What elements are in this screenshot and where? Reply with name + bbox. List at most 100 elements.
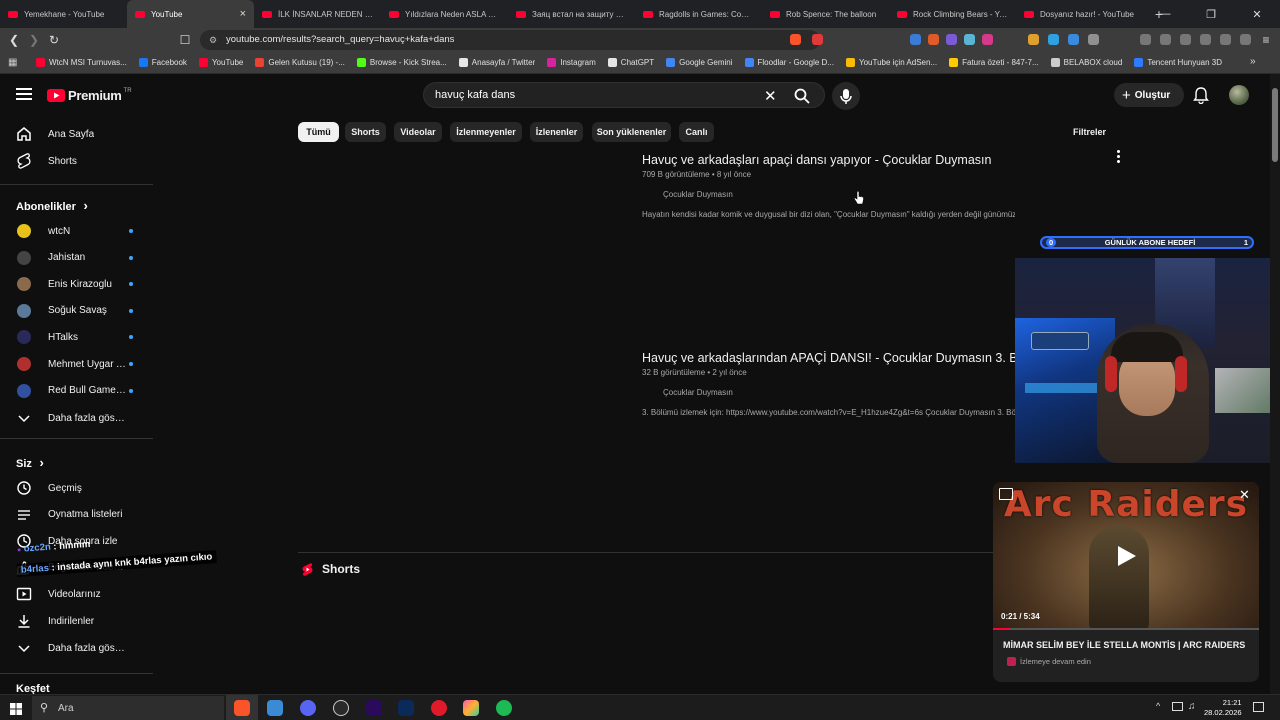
restore-button[interactable]: ❐ xyxy=(1188,0,1234,28)
bookmark-item[interactable]: Facebook xyxy=(138,58,187,67)
miniplayer-video[interactable]: Arc Raiders 0:21 / 5:34 xyxy=(993,482,1259,630)
extension-icon[interactable] xyxy=(1068,34,1079,45)
bookmark-icon[interactable]: ☐ xyxy=(177,32,193,48)
sidebar-item-shorts[interactable]: Shorts xyxy=(0,148,153,174)
extensions-puzzle-icon[interactable] xyxy=(1088,34,1099,45)
address-bar[interactable]: ⚙ youtube.com/results?search_query=havuç… xyxy=(200,30,820,50)
download-icon[interactable] xyxy=(1140,34,1151,45)
reload-button[interactable]: ↻ xyxy=(46,32,62,48)
sidebar-item-subscription[interactable]: Red Bull Gamers... xyxy=(0,378,153,404)
browser-tab[interactable]: Ragdolls in Games: Complete xyxy=(635,0,762,28)
app-icon[interactable] xyxy=(267,700,283,716)
sidebar-item-you[interactable]: Oynatma listeleri xyxy=(0,502,153,528)
apps-grid-icon[interactable]: ▦ xyxy=(8,57,20,69)
sidebar-item-home[interactable]: Ana Sayfa xyxy=(0,121,153,147)
obs-icon[interactable] xyxy=(333,700,349,716)
spotify-icon[interactable] xyxy=(496,700,512,716)
account-avatar[interactable] xyxy=(1229,85,1249,105)
channel-name[interactable]: Çocuklar Duymasın xyxy=(663,388,733,397)
premiere-icon[interactable] xyxy=(366,700,382,716)
notification-center-icon[interactable] xyxy=(1253,702,1264,712)
bookmark-item[interactable]: WtcN MSI Turnuvas... xyxy=(36,58,127,67)
menu-icon[interactable]: ≡ xyxy=(1258,32,1274,48)
browser-tab[interactable]: Dosyanız hazır! - YouTube xyxy=(1016,0,1143,28)
minimize-button[interactable]: — xyxy=(1142,0,1188,28)
taskbar-clock[interactable]: 21:21 28.02.2026 xyxy=(1204,698,1242,718)
bookmark-item[interactable]: YouTube için AdSen... xyxy=(845,58,937,67)
bookmark-item[interactable]: Gelen Kutusu (19) -... xyxy=(255,58,345,67)
leo-ai-icon[interactable] xyxy=(1220,34,1231,45)
video-result[interactable]: Havuç ve arkadaşları apaçi dansı yapıyor… xyxy=(298,153,1015,343)
discord-icon[interactable] xyxy=(300,700,316,716)
filter-chip[interactable]: İzlenmeyenler xyxy=(450,122,522,142)
bookmark-item[interactable]: Browse - Kick Strea... xyxy=(356,58,447,67)
browser-tab[interactable]: YouTube × xyxy=(127,0,254,28)
filter-chip[interactable]: Son yüklenenler xyxy=(592,122,671,142)
close-window-button[interactable]: ✕ xyxy=(1234,0,1280,28)
hamburger-menu-icon[interactable] xyxy=(16,88,32,101)
close-tab-icon[interactable]: × xyxy=(240,8,246,20)
browser-tab[interactable]: İLK İNSANLAR NEDEN BÖYLE xyxy=(254,0,381,28)
search-icon[interactable] xyxy=(794,88,810,109)
browser-tab[interactable]: Заяц встал на защиту друга xyxy=(508,0,635,28)
taskbar-search[interactable]: ⚲ Ara xyxy=(32,696,224,720)
voice-search-button[interactable] xyxy=(832,82,860,110)
browser-tab[interactable]: Rock Climbing Bears - YouTube xyxy=(889,0,1016,28)
vpn-icon[interactable] xyxy=(1240,34,1251,45)
forward-button[interactable]: ❯ xyxy=(26,32,42,48)
filter-chip[interactable]: Canlı xyxy=(679,122,714,142)
miniplayer-title[interactable]: MİMAR SELİM BEY İLE STELLA MONTİS | ARC … xyxy=(1003,640,1245,650)
bookmark-item[interactable]: Floodlar - Google D... xyxy=(744,58,834,67)
search-input[interactable]: havuç kafa dans xyxy=(435,89,515,101)
filter-chip[interactable]: İzlenenler xyxy=(530,122,583,142)
progress-bar[interactable] xyxy=(993,628,1259,630)
site-settings-icon[interactable]: ⚙ xyxy=(209,30,217,50)
network-icon[interactable] xyxy=(1172,702,1183,711)
miniplayer[interactable]: Arc Raiders 0:21 / 5:34 ✕ MİMAR SELİM BE… xyxy=(993,482,1259,682)
sidebar-item-you[interactable]: İndirilenler xyxy=(0,608,153,634)
extension-icon[interactable] xyxy=(946,34,957,45)
filter-chip[interactable]: Videolar xyxy=(394,122,442,142)
sidebar-item-subscription[interactable]: Enis Kirazoglu xyxy=(0,271,153,297)
bookmark-item[interactable]: Instagram xyxy=(547,58,596,67)
show-more-button[interactable]: Daha fazla göster xyxy=(0,405,153,431)
youtube-premium-logo[interactable]: Premium TR xyxy=(47,88,132,103)
page-scrollbar[interactable] xyxy=(1270,74,1280,694)
clear-search-icon[interactable]: ✕ xyxy=(764,87,777,105)
bookmark-item[interactable]: BELABOX cloud xyxy=(1050,58,1122,67)
sidebar-item-subscription[interactable]: Soğuk Savaş xyxy=(0,298,153,324)
scrollbar-thumb[interactable] xyxy=(1272,88,1278,162)
extension-icon[interactable] xyxy=(910,34,921,45)
sidebar-item-subscription[interactable]: Jahistan xyxy=(0,245,153,271)
video-title[interactable]: Havuç ve arkadaşlarından APAÇİ DANSI! - … xyxy=(642,351,1015,365)
channel-name[interactable]: Çocuklar Duymasın xyxy=(663,190,733,199)
sidebar-item-you[interactable]: Videolarınız xyxy=(0,581,153,607)
sidebar-item-you[interactable]: Geçmiş xyxy=(0,475,153,501)
sidebar-item-subscription[interactable]: Mehmet Uygar A... xyxy=(0,351,153,377)
brave-shield-icon[interactable] xyxy=(790,34,801,45)
bookmark-item[interactable]: Anasayfa / Twitter xyxy=(458,58,535,67)
video-result[interactable]: Havuç ve arkadaşlarından APAÇİ DANSI! - … xyxy=(298,351,1015,541)
show-more-button[interactable]: Daha fazla göster xyxy=(0,635,153,661)
filters-button[interactable]: Filtreler xyxy=(1073,127,1106,137)
show-hidden-icons[interactable]: ^ xyxy=(1156,701,1160,711)
sidebar-section-subscriptions[interactable]: Abonelikler › xyxy=(16,198,88,213)
sidebar-item-subscription[interactable]: wtcN xyxy=(0,218,153,244)
bookmarks-overflow-icon[interactable]: » xyxy=(1250,56,1256,67)
notifications-bell-icon[interactable] xyxy=(1193,87,1209,109)
play-icon[interactable] xyxy=(1116,544,1138,573)
windows-start-icon[interactable] xyxy=(10,702,22,720)
sidebar-item-subscription[interactable]: HTalks xyxy=(0,324,153,350)
create-button[interactable]: + Oluştur xyxy=(1114,83,1184,107)
brave-rewards-icon[interactable] xyxy=(812,34,823,45)
media-icon[interactable] xyxy=(1160,34,1171,45)
video-title[interactable]: Havuç ve arkadaşları apaçi dansı yapıyor… xyxy=(642,153,991,167)
wallet-icon[interactable] xyxy=(1200,34,1211,45)
close-miniplayer-icon[interactable]: ✕ xyxy=(1239,487,1250,503)
sidebar-section-you[interactable]: Siz › xyxy=(16,455,44,470)
sidebar-toggle-icon[interactable] xyxy=(1180,34,1191,45)
bookmark-item[interactable]: Google Gemini xyxy=(666,58,733,67)
filter-chip[interactable]: Shorts xyxy=(345,122,386,142)
opera-icon[interactable] xyxy=(431,700,447,716)
bookmark-item[interactable]: Fatura özeti - 847-7... xyxy=(949,58,1039,67)
